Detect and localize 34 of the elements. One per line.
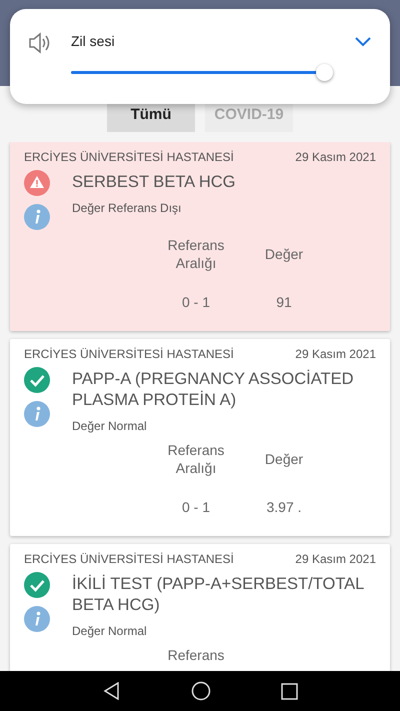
result-card[interactable]: ERCİYES ÜNİVERSİTESİ HASTANESİ 29 Kasım 2021 SERBEST BETA HCG Değer Referans Dışı Referans Aralığı Değer 0 - 1 91	[10, 142, 390, 331]
volume-slider[interactable]	[71, 64, 333, 82]
result-date: 29 Kasım 2021	[295, 346, 376, 363]
test-title: PAPP-A (PREGNANCY ASSOCİATED PLASMA PROTEİN A)	[72, 369, 354, 411]
result-note: Değer Normal	[72, 418, 148, 435]
warning-icon	[24, 170, 50, 196]
hospital-name: ERCİYES ÜNİVERSİTESİ HASTANESİ	[24, 551, 234, 568]
column-header: Referans Aralığı	[166, 236, 226, 272]
result-card[interactable]: ERCİYES ÜNİVERSİTESİ HASTANESİ 29 Kasım 2021 PAPP-A (PREGNANCY ASSOCİATED PLASMA PROTEİN A) Değer Normal Referans Aralığı Değer 0 - 1 3.97 .	[10, 339, 390, 536]
check-icon	[24, 572, 50, 598]
result-value: 91	[275, 293, 293, 312]
result-note: Değer Normal	[72, 623, 148, 640]
result-date: 29 Kasım 2021	[295, 551, 376, 568]
result-date: 29 Kasım 2021	[295, 149, 376, 166]
column-header: Değer	[264, 244, 304, 264]
column-header: Değer	[264, 450, 304, 469]
test-title: İKİLİ TEST (PAPP-A+SERBEST/TOTAL BETA HCG)	[72, 574, 365, 616]
check-icon	[24, 367, 50, 393]
hospital-name: ERCİYES ÜNİVERSİTESİ HASTANESİ	[24, 149, 234, 166]
test-title: SERBEST BETA HCG	[72, 172, 236, 193]
reference-range: 0 - 1	[180, 498, 211, 517]
column-header: Referans Aralığı	[166, 441, 226, 477]
recents-icon[interactable]	[280, 682, 298, 700]
home-icon[interactable]	[190, 681, 210, 701]
result-card[interactable]: ERCİYES ÜNİVERSİTESİ HASTANESİ 29 Kasım 2021 İKİLİ TEST (PAPP-A+SERBEST/TOTAL BETA HCG) Değer Normal Referans	[10, 544, 390, 671]
result-note: Değer Referans Dışı	[72, 200, 182, 217]
speaker-icon[interactable]	[28, 32, 52, 54]
reference-range: 0 - 1	[180, 293, 211, 312]
volume-label: Zil sesi	[71, 32, 116, 51]
column-header: Referans	[166, 646, 226, 664]
chevron-down-icon[interactable]	[354, 36, 372, 48]
back-icon[interactable]	[102, 682, 120, 700]
hospital-name: ERCİYES ÜNİVERSİTESİ HASTANESİ	[24, 346, 234, 363]
result-value: 3.97 .	[265, 498, 303, 517]
